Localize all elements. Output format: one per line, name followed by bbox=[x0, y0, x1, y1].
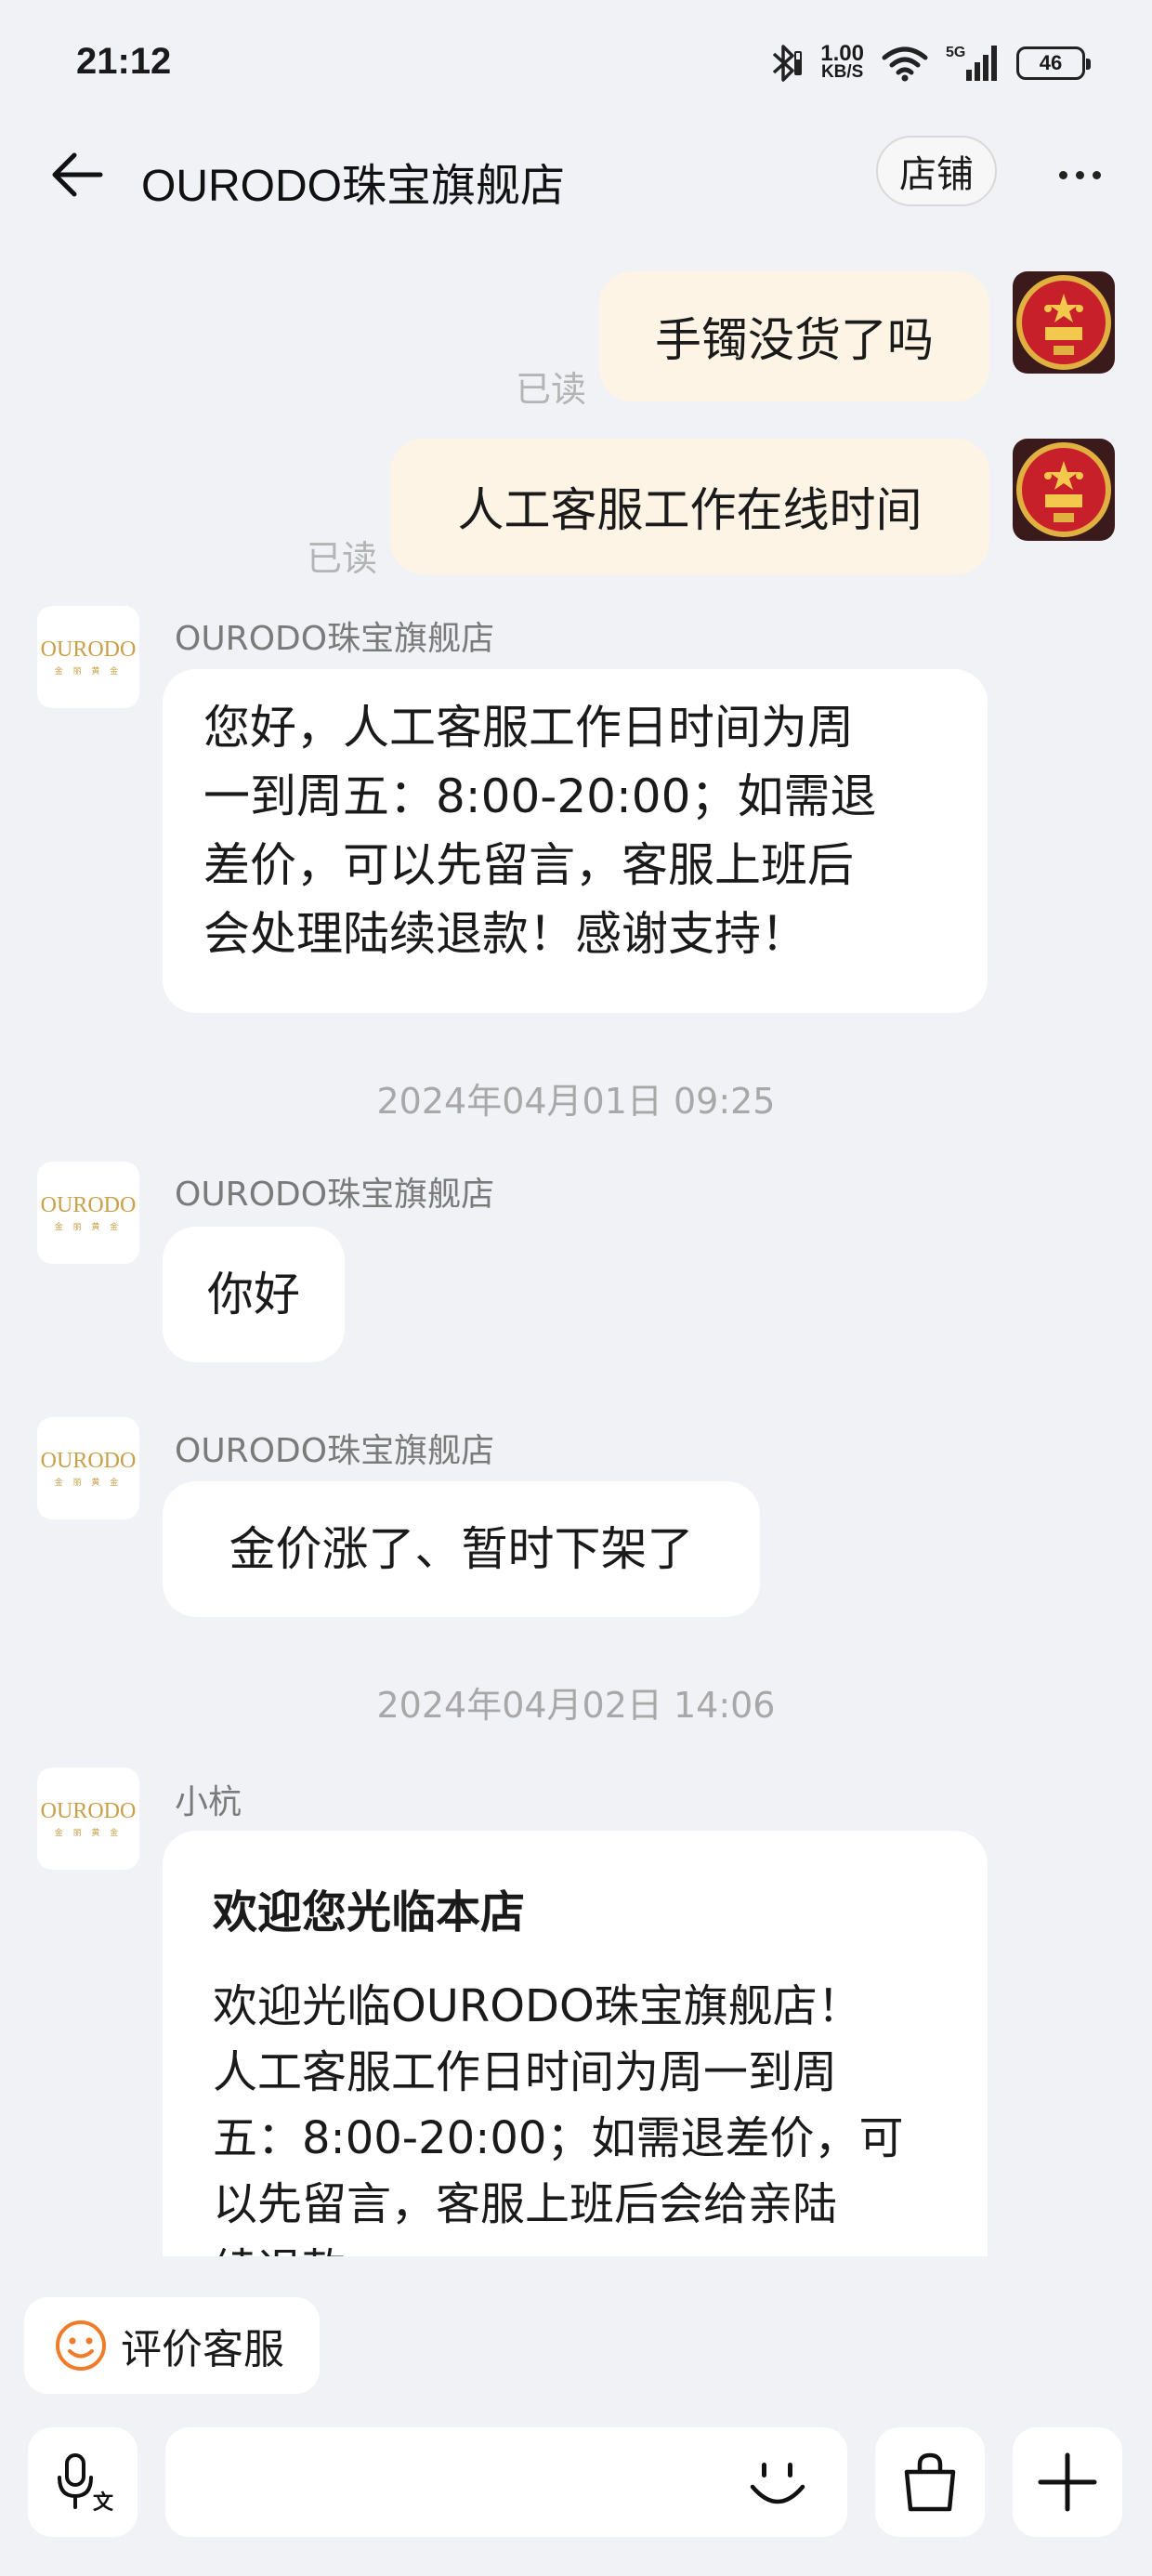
read-status: 已读 bbox=[516, 369, 587, 410]
shop-logo: OURODO bbox=[40, 1449, 137, 1473]
status-bar: 21:12 1.00 KB/S 5G 46 bbox=[0, 0, 1152, 130]
timestamp-separator: 2024年04月02日 14:06 bbox=[376, 1685, 776, 1726]
user-avatar[interactable] bbox=[1013, 439, 1115, 541]
rate-service-button[interactable]: 评价客服 bbox=[24, 2297, 320, 2394]
emblem-avatar-icon bbox=[1013, 439, 1115, 541]
shop-avatar[interactable]: OURODO 金 丽 黄 金 bbox=[37, 606, 139, 708]
network-type: 5G bbox=[946, 45, 965, 60]
page-title: OURODO珠宝旗舰店 bbox=[141, 162, 566, 211]
voice-to-text-button[interactable]: 文 bbox=[28, 2427, 137, 2537]
microphone-icon: 文 bbox=[58, 2453, 114, 2515]
more-options-button[interactable] bbox=[1042, 139, 1117, 210]
voice-text-glyph: 文 bbox=[93, 2491, 114, 2515]
sender-name: OURODO珠宝旗舰店 bbox=[175, 1432, 495, 1470]
welcome-card[interactable]: 欢迎您光临本店 欢迎光临OURODO珠宝旗舰店！ 人工客服工作日时间为周一到周 … bbox=[163, 1831, 988, 2256]
rate-service-label: 评价客服 bbox=[121, 2326, 284, 2373]
message-input[interactable] bbox=[165, 2427, 847, 2537]
chat-header: OURODO珠宝旗舰店 店铺 bbox=[0, 130, 1152, 232]
plus-icon bbox=[1038, 2452, 1097, 2512]
wifi-icon bbox=[882, 46, 928, 82]
sender-name: OURODO珠宝旗舰店 bbox=[175, 620, 495, 658]
more-dots-icon bbox=[1058, 170, 1067, 179]
shop-avatar[interactable]: OURODO 金 丽 黄 金 bbox=[37, 1417, 139, 1519]
more-actions-button[interactable] bbox=[1013, 2427, 1122, 2537]
net-speed: 1.00 KB/S bbox=[820, 41, 864, 82]
shopping-bag-icon bbox=[904, 2452, 956, 2512]
sender-name: OURODO珠宝旗舰店 bbox=[175, 1176, 495, 1214]
shop-message-bubble[interactable]: 你好 bbox=[163, 1227, 345, 1362]
chat-screen: 21:12 1.00 KB/S 5G 46 OURODO珠宝旗舰店 店铺 已读 … bbox=[0, 0, 1152, 2576]
input-bar: 文 bbox=[0, 2403, 1152, 2576]
message-list[interactable]: 已读 手镯没货了吗 已读 人工客服工作在线时间 OURODO 金 丽 黄 金 O… bbox=[0, 232, 1152, 2256]
cellular-signal-icon: 5G bbox=[946, 45, 997, 81]
timestamp-separator: 2024年04月01日 09:25 bbox=[376, 1081, 776, 1122]
shop-logo: OURODO bbox=[40, 637, 137, 662]
product-button[interactable] bbox=[875, 2427, 985, 2537]
battery-level: 46 bbox=[1039, 51, 1063, 74]
smiley-icon bbox=[56, 2320, 106, 2371]
battery-icon: 46 bbox=[1016, 46, 1091, 80]
shop-logo: OURODO bbox=[40, 1193, 137, 1217]
emoji-icon bbox=[750, 2463, 805, 2504]
arrow-left-icon bbox=[52, 152, 103, 197]
status-time: 21:12 bbox=[76, 41, 172, 82]
sender-name: 小杭 bbox=[175, 1783, 242, 1821]
shop-avatar[interactable]: OURODO 金 丽 黄 金 bbox=[37, 1768, 139, 1870]
user-avatar[interactable] bbox=[1013, 271, 1115, 374]
bluetooth-icon bbox=[773, 45, 803, 82]
emoji-button[interactable] bbox=[736, 2440, 819, 2524]
my-message-bubble[interactable]: 手镯没货了吗 bbox=[599, 271, 989, 401]
shop-logo: OURODO bbox=[40, 1799, 137, 1823]
back-button[interactable] bbox=[41, 139, 111, 210]
my-message-bubble[interactable]: 人工客服工作在线时间 bbox=[390, 439, 989, 574]
status-icons: 1.00 KB/S 5G 46 bbox=[766, 41, 1091, 84]
shop-message-bubble[interactable]: 金价涨了、暂时下架了 bbox=[163, 1481, 760, 1617]
emblem-avatar-icon bbox=[1013, 271, 1115, 374]
read-status: 已读 bbox=[307, 538, 378, 579]
store-button[interactable]: 店铺 bbox=[876, 136, 997, 206]
welcome-card-title: 欢迎您光临本店 bbox=[213, 1886, 526, 1939]
welcome-card-body: 欢迎光临OURODO珠宝旗舰店！ 人工客服工作日时间为周一到周 五：8:00-2… bbox=[213, 1980, 904, 2256]
shop-avatar[interactable]: OURODO 金 丽 黄 金 bbox=[37, 1162, 139, 1264]
shop-message-bubble[interactable]: 您好，人工客服工作日时间为周 一到周五：8:00-20:00；如需退 差价，可以… bbox=[163, 669, 988, 1013]
